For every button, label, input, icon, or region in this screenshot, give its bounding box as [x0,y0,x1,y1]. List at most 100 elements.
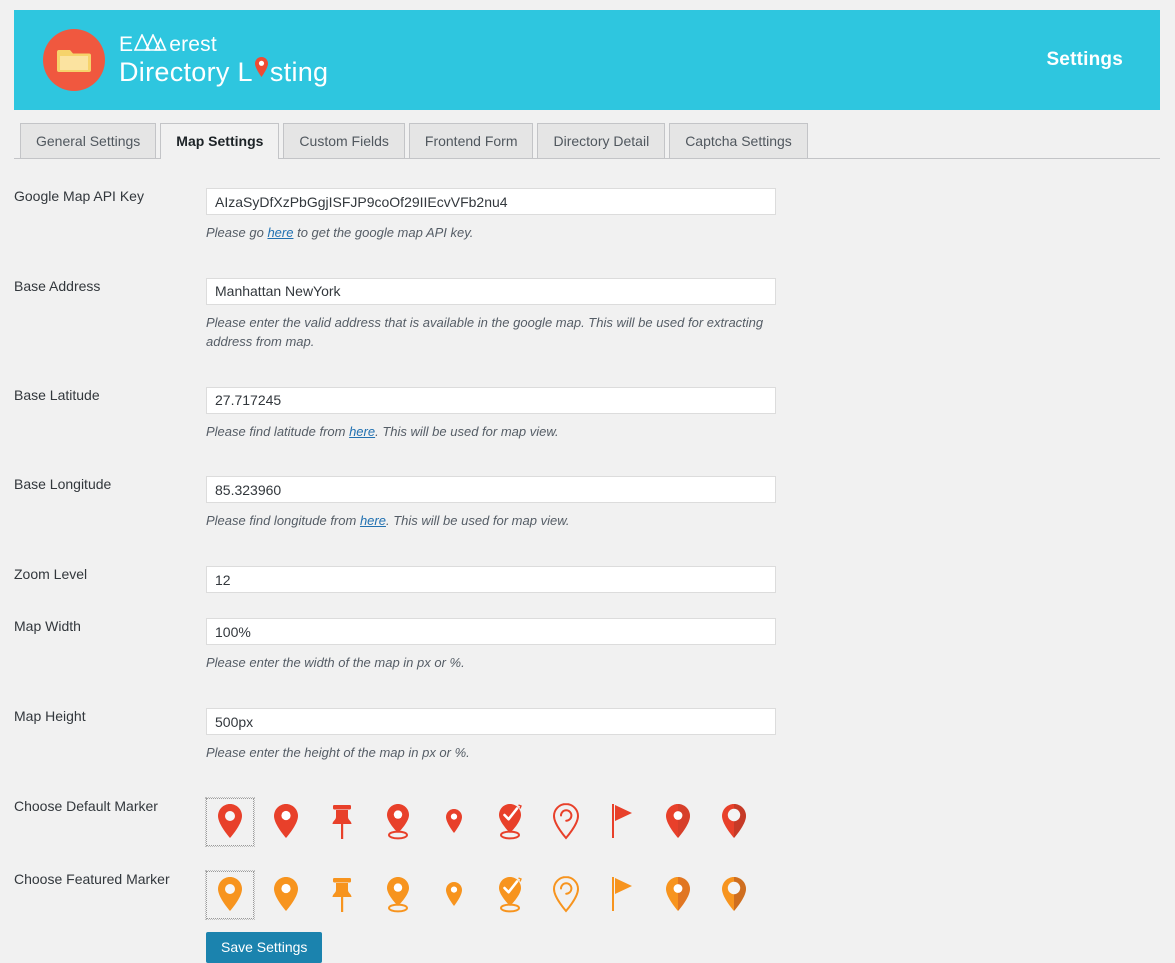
form-row-zoom-level: Zoom Level [0,553,1175,594]
api-key-help-link[interactable]: here [267,225,293,240]
default-marker-option-pin-hollow-icon[interactable] [710,798,758,846]
featured-marker-option-pin-ring-icon[interactable] [205,869,255,920]
featured-marker-option-pin-dot-icon[interactable] [654,871,702,919]
form-row-base-address: Base Address Please enter the valid addr… [0,265,1175,352]
default-marker-picker [205,796,1175,847]
zoom-level-label: Zoom Level [14,566,88,583]
api-key-input[interactable] [206,188,776,215]
pin-hollow-icon [717,802,751,842]
pushpin-icon [325,875,359,915]
default-marker-option-pin-solid-icon[interactable] [262,798,310,846]
base-latitude-label: Base Latitude [14,386,100,403]
default-marker-option-pin-check-icon[interactable] [486,798,534,846]
featured-marker-option-pin-small-icon[interactable] [430,871,478,919]
pin-ring-icon [213,802,247,842]
folder-icon [43,29,105,91]
map-width-input[interactable] [206,618,776,646]
tab-general-settings[interactable]: General Settings [20,123,157,158]
default-marker-option-flag-icon[interactable] [598,798,646,846]
default-marker-option-pin-dot-icon[interactable] [654,798,702,846]
base-longitude-help-link[interactable]: here [360,513,386,528]
tab-label: Frontend Form [424,133,518,149]
base-latitude-help: Please find latitude from here. This wil… [206,423,776,442]
base-longitude-help: Please find longitude from here. This wi… [206,512,776,531]
pin-dot-icon [661,802,695,842]
pin-base-icon [381,802,415,842]
tab-label: Map Settings [176,133,264,149]
default-marker-option-pin-small-icon[interactable] [430,798,478,846]
pin-outline-icon [549,802,583,842]
base-address-input[interactable] [206,277,776,305]
form-row-base-latitude: Base Latitude Please find latitude from … [0,374,1175,442]
base-latitude-help-before: Please find latitude from [206,423,350,439]
zoom-level-input[interactable] [206,566,776,594]
pin-dot-icon [661,875,695,915]
form-row-featured-marker: Choose Featured Marker [0,858,1175,920]
featured-marker-option-pin-outline-icon[interactable] [542,871,590,919]
pushpin-icon [325,802,359,842]
pin-ring-icon [213,875,247,915]
settings-tabs: General Settings Map Settings Custom Field… [14,123,1160,159]
tab-label: Custom Fields [299,133,389,149]
tab-captcha-settings[interactable]: Captcha Settings [669,123,808,158]
brand-title-directory-prefix: Directory L [119,56,253,87]
form-row-api-key: Google Map API Key Please go here to get… [0,175,1175,243]
base-longitude-input[interactable] [206,476,776,504]
pin-hollow-icon [717,875,751,915]
api-key-label: Google Map API Key [14,188,144,204]
featured-marker-option-flag-icon[interactable] [598,871,646,919]
app-header: E erest Directory L sting Settings [14,10,1160,110]
save-spacer [0,919,206,932]
featured-marker-option-pushpin-icon[interactable] [318,871,366,919]
featured-marker-option-pin-solid-icon[interactable] [262,871,310,919]
base-address-label: Base Address [14,277,101,294]
page-title: Settings [1046,49,1123,70]
form-row-default-marker: Choose Default Marker [0,785,1175,847]
featured-marker-label: Choose Featured Marker [14,870,170,887]
pin-small-icon [437,802,471,842]
map-width-help: Please enter the width of the map in px … [206,655,465,671]
pin-check-icon [493,802,527,842]
api-key-help: Please go here to get the google map API… [206,224,776,243]
tab-custom-fields[interactable]: Custom Fields [283,123,405,158]
tab-label: Directory Detail [553,133,650,149]
brand-title-everest-suffix: erest [169,32,217,56]
form-row-save: Save Settings [0,919,1175,963]
default-marker-option-pin-outline-icon[interactable] [542,798,590,846]
featured-marker-option-pin-check-icon[interactable] [486,871,534,919]
flag-icon [605,875,639,915]
tab-map-settings[interactable]: Map Settings [160,123,280,159]
default-marker-option-pin-ring-icon[interactable] [205,796,255,847]
pin-small-icon [437,875,471,915]
map-settings-form: Google Map API Key Please go here to get… [0,175,1175,963]
map-height-help: Please enter the height of the map in px… [206,745,470,761]
form-row-map-height: Map Height Please enter the height of th… [0,695,1175,763]
featured-marker-option-pin-hollow-icon[interactable] [710,871,758,919]
map-height-input[interactable] [206,708,776,736]
base-latitude-help-after: . This will be used for map view. [375,423,559,439]
brand-title-everest: E erest [119,32,328,56]
form-row-map-width: Map Width Please enter the width of the … [0,605,1175,673]
default-marker-label: Choose Default Marker [14,797,158,814]
settings-page: E erest Directory L sting Settings Gener… [0,0,1175,963]
base-longitude-help-after: . This will be used for map view. [385,513,570,529]
base-latitude-input[interactable] [206,386,776,414]
tab-directory-detail[interactable]: Directory Detail [537,123,666,158]
tab-label: General Settings [36,133,141,149]
default-marker-option-pushpin-icon[interactable] [318,798,366,846]
api-key-help-before: Please go [206,225,268,240]
mountain-icon [133,32,168,55]
default-marker-option-pin-base-icon[interactable] [374,798,422,846]
pin-outline-icon [549,875,583,915]
tab-frontend-form[interactable]: Frontend Form [408,123,534,158]
base-latitude-help-link[interactable]: here [349,424,375,439]
brand-logo: E erest Directory L sting [14,29,328,91]
save-settings-button[interactable]: Save Settings [206,931,323,963]
map-width-label: Map Width [14,618,81,635]
map-height-label: Map Height [14,708,86,725]
featured-marker-option-pin-base-icon[interactable] [374,871,422,919]
map-pin-icon [253,55,270,86]
base-longitude-label: Base Longitude [14,476,112,493]
brand-title-listing-suffix: sting [269,56,329,87]
base-address-help: Please enter the valid address that is a… [206,314,764,349]
